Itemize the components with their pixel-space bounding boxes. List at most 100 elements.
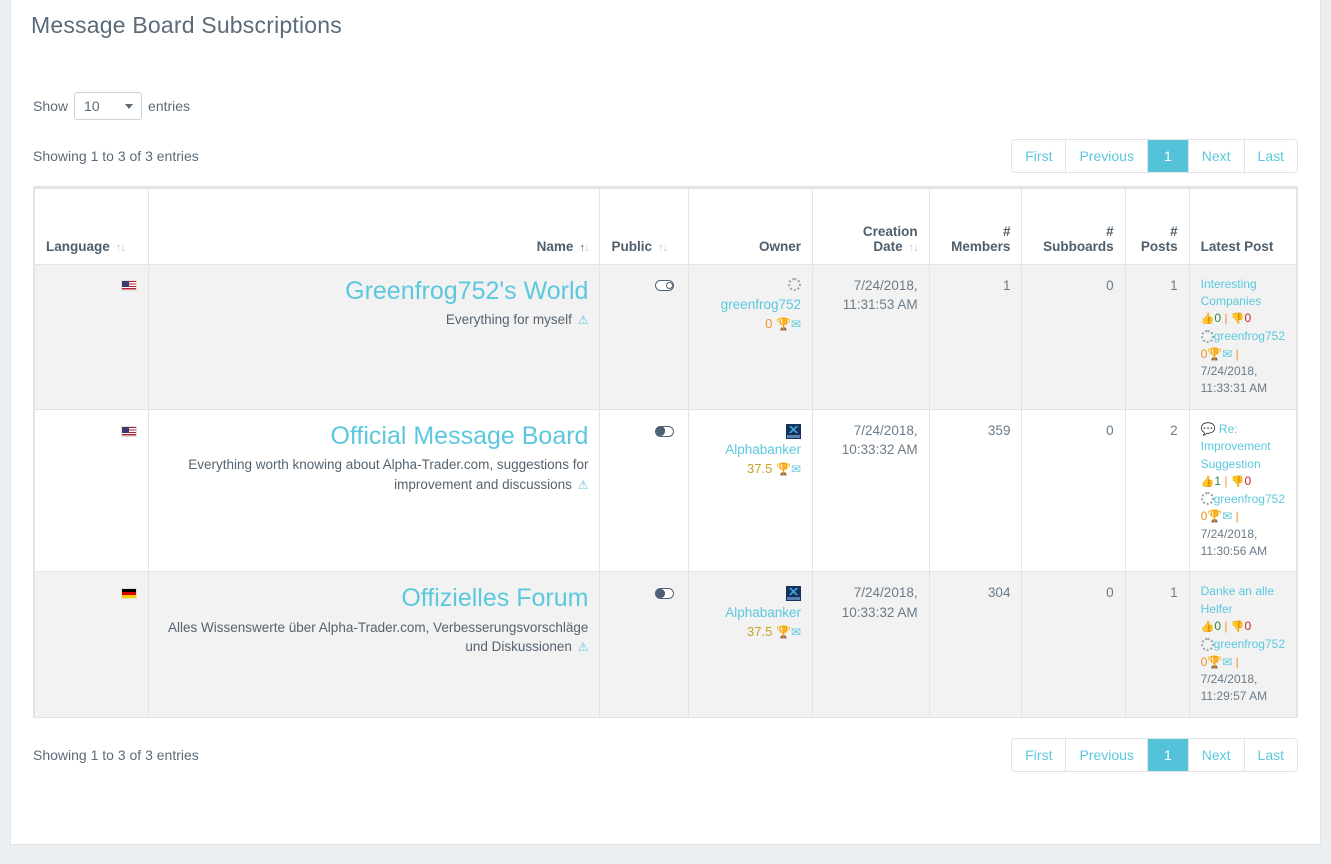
length-select-wrapper[interactable]: 10 25 50 100	[74, 92, 143, 120]
pagination-previous-top[interactable]: Previous	[1066, 140, 1148, 172]
latest-post-title-link[interactable]: Danke an alle Helfer	[1201, 584, 1274, 615]
column-header-members[interactable]: # Members	[928, 187, 1023, 265]
board-name-link[interactable]: Greenfrog752's World	[160, 276, 588, 307]
board-description: Alles Wissenswerte über Alpha-Trader.com…	[168, 619, 589, 655]
latest-post-author-stats: 0🏆✉ |	[1201, 347, 1239, 361]
owner-avatar-line	[700, 276, 801, 296]
pagination-previous-bottom[interactable]: Previous	[1066, 738, 1148, 771]
pagination-bottom[interactable]: First Previous 1 Next Last	[1011, 737, 1298, 772]
column-header-latest-post[interactable]: Latest Post	[1188, 187, 1298, 265]
warning-triangle-icon: ⚠	[577, 640, 589, 655]
pagination-last-bottom[interactable]: Last	[1244, 738, 1297, 771]
owner-avatar-line	[700, 583, 801, 603]
owner-name-link[interactable]: Alphabanker	[725, 442, 801, 457]
column-header-name[interactable]: Name ↑↓	[147, 187, 601, 265]
envelope-icon[interactable]: ✉	[791, 462, 801, 476]
trophy-icon: 🏆	[1207, 509, 1223, 524]
latest-post-date: 7/24/2018, 11:33:31 AM	[1200, 364, 1268, 396]
owner-score: 0	[765, 315, 773, 331]
thumbs-up-icon: 👍	[1200, 313, 1215, 326]
cell-name: Offizielles Forum Alles Wissenswerte über…	[147, 571, 601, 718]
column-header-language[interactable]: Language ↑↓	[34, 187, 149, 265]
pagination-page-1-bottom[interactable]: 1	[1147, 738, 1189, 771]
toggle-off-icon[interactable]	[655, 280, 675, 292]
latest-post-downvotes: 0	[1244, 619, 1252, 634]
pagination-next-bottom[interactable]: Next	[1188, 738, 1245, 771]
entries-per-page-select[interactable]: 10 25 50 100	[74, 92, 143, 120]
cell-name: Official Message Board Everything worth k…	[147, 408, 601, 573]
owner-score: 37.5	[747, 623, 773, 639]
dashed-circle-icon	[788, 278, 801, 292]
cell-posts: 1	[1124, 571, 1190, 718]
sort-icon-public[interactable]: ↑↓	[658, 242, 668, 254]
sort-icon-language[interactable]: ↑↓	[116, 242, 126, 254]
content-panel: Message Board Subscriptions Show 10 25 5…	[10, 0, 1321, 845]
latest-post-upvotes: 0	[1214, 311, 1221, 326]
toggle-on-icon[interactable]	[655, 588, 675, 600]
cell-subboards: 0	[1021, 571, 1126, 718]
pagination-next-top[interactable]: Next	[1188, 140, 1245, 172]
sort-icon-creation-date[interactable]: ↑↓	[909, 242, 919, 254]
badge-icon	[786, 423, 801, 439]
dashed-circle-icon	[1200, 637, 1214, 651]
latest-post-author-link[interactable]: greenfrog752	[1214, 637, 1285, 651]
table-row: Offizielles Forum Alles Wissenswerte über…	[34, 571, 1298, 718]
owner-name-link[interactable]: greenfrog752	[721, 297, 801, 312]
pagination-last-top[interactable]: Last	[1244, 140, 1297, 172]
column-label-language: Language	[46, 238, 110, 254]
cell-latest-post: Interesting Companies 👍0 | 👎0 greenfrog752…	[1188, 263, 1298, 410]
length-menu: Show 10 25 50 100 entries	[33, 91, 1298, 121]
stats-separator: |	[1235, 654, 1239, 669]
envelope-icon[interactable]: ✉	[1222, 509, 1232, 523]
envelope-icon[interactable]: ✉	[1222, 347, 1232, 361]
cell-members: 359	[928, 408, 1023, 573]
column-header-owner[interactable]: Owner	[688, 187, 813, 265]
envelope-icon[interactable]: ✉	[791, 317, 801, 331]
owner-score: 37.5	[747, 460, 773, 476]
latest-post-title-link[interactable]: Interesting Companies	[1201, 277, 1262, 308]
stats-separator: |	[1235, 509, 1239, 524]
table-info-top: Showing 1 to 3 of 3 entries	[33, 148, 199, 164]
column-label-posts-line2: Posts	[1140, 238, 1178, 254]
table-row: Official Message Board Everything worth k…	[34, 408, 1298, 573]
latest-post-author-link[interactable]: greenfrog752	[1214, 492, 1285, 506]
cell-creation-date: 7/24/2018, 10:33:32 AM	[812, 408, 930, 573]
envelope-icon[interactable]: ✉	[791, 625, 801, 639]
column-header-posts[interactable]: # Posts	[1124, 187, 1190, 265]
cell-language	[34, 408, 149, 573]
owner-stats: 0 🏆✉	[700, 315, 801, 334]
cell-members: 1	[928, 263, 1023, 410]
table-controls-top: Showing 1 to 3 of 3 entries First Previo…	[33, 137, 1298, 175]
pagination-page-1-top[interactable]: 1	[1147, 140, 1189, 172]
column-header-public[interactable]: Public ↑↓	[599, 187, 690, 265]
envelope-icon[interactable]: ✉	[1222, 655, 1232, 669]
column-label-members-line2: Members	[951, 238, 1011, 254]
cell-public	[599, 263, 690, 410]
board-name-link[interactable]: Offizielles Forum	[160, 583, 588, 614]
owner-name-link[interactable]: Alphabanker	[725, 605, 801, 620]
warning-triangle-icon: ⚠	[577, 312, 589, 327]
cell-subboards: 0	[1021, 263, 1126, 410]
vote-separator: |	[1224, 311, 1228, 326]
cell-latest-post: 💬 Re: Improvement Suggestion 👍1 | 👎0 green…	[1188, 408, 1298, 573]
pagination-top[interactable]: First Previous 1 Next Last	[1011, 139, 1298, 173]
cell-public	[599, 408, 690, 573]
column-header-creation-date[interactable]: Creation Date ↑↓	[812, 187, 930, 265]
latest-post-upvotes: 0	[1214, 619, 1221, 634]
column-header-subboards[interactable]: # Subboards	[1021, 187, 1126, 265]
toggle-on-icon[interactable]	[655, 425, 675, 437]
column-label-public: Public	[611, 238, 652, 254]
table-controls-bottom: Showing 1 to 3 of 3 entries First Previo…	[33, 737, 1298, 788]
cell-members: 304	[928, 571, 1023, 718]
flag-icon-en-US	[120, 280, 137, 292]
latest-post-author-link[interactable]: greenfrog752	[1214, 329, 1285, 343]
board-name-link[interactable]: Official Message Board	[160, 421, 588, 452]
owner-avatar-line	[700, 421, 801, 441]
pagination-first-top[interactable]: First	[1012, 140, 1067, 172]
sort-icon-name[interactable]: ↑↓	[579, 242, 589, 254]
latest-post-downvotes: 0	[1244, 311, 1252, 326]
owner-stats: 37.5 🏆✉	[700, 623, 801, 642]
pagination-first-bottom[interactable]: First	[1012, 738, 1067, 771]
dashed-circle-icon	[1200, 492, 1214, 506]
trophy-icon: 🏆	[775, 316, 791, 331]
